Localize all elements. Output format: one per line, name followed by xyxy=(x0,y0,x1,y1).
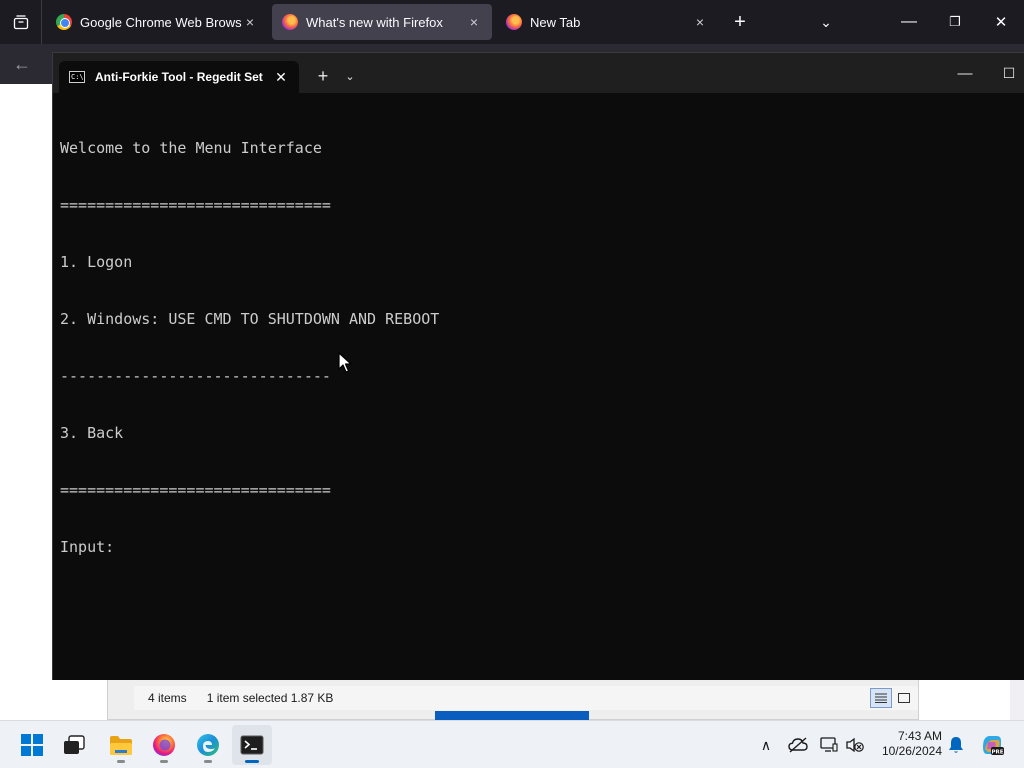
command-prompt-icon: C:\ xyxy=(69,71,85,83)
volume-muted-icon[interactable] xyxy=(843,731,867,759)
details-view-button[interactable] xyxy=(870,688,892,708)
windows-logo-icon xyxy=(21,734,43,756)
taskbar-file-explorer[interactable] xyxy=(101,725,141,765)
onedrive-icon[interactable] xyxy=(786,731,810,759)
edge-icon xyxy=(197,734,219,756)
menu-option-logon: 1. Logon xyxy=(60,253,133,271)
close-icon[interactable]: × xyxy=(466,14,482,30)
tiles-view-button[interactable] xyxy=(894,688,914,708)
terminal-minimize-button[interactable]: — xyxy=(945,61,985,85)
terminal-title-bar: C:\ Anti-Forkie Tool - Regedit Set ✕ + ⌄… xyxy=(53,53,1024,93)
taskbar: ∧ 7:43 AM 10/26/2024 PRE xyxy=(0,720,1024,768)
details-view-icon xyxy=(875,693,887,703)
menu-option-windows: 2. Windows: USE CMD TO SHUTDOWN AND REBO… xyxy=(60,310,440,328)
separator-line: ============================== xyxy=(60,196,331,214)
input-prompt[interactable]: Input: xyxy=(60,538,1000,557)
taskbar-firefox[interactable] xyxy=(144,725,184,765)
menu-option-back: 3. Back xyxy=(60,424,124,442)
terminal-window: C:\ Anti-Forkie Tool - Regedit Set ✕ + ⌄… xyxy=(52,52,1024,680)
selection-info: 1 item selected 1.87 KB xyxy=(206,691,334,705)
system-clock[interactable]: 7:43 AM 10/26/2024 xyxy=(874,729,942,761)
list-all-tabs-button[interactable]: ⌄ xyxy=(812,0,840,44)
browser-tab-chrome[interactable]: Google Chrome Web Browser × xyxy=(46,4,268,40)
terminal-maximize-button[interactable]: ☐ xyxy=(993,61,1024,85)
tab-manager-icon xyxy=(13,15,28,30)
start-button[interactable] xyxy=(12,725,52,765)
tiles-view-icon xyxy=(898,693,910,703)
terminal-profiles-dropdown[interactable]: ⌄ xyxy=(339,63,361,89)
task-view-icon xyxy=(64,735,85,754)
explorer-status-bar: 4 items 1 item selected 1.87 KB xyxy=(134,686,918,710)
menu-title: Welcome to the Menu Interface xyxy=(60,139,322,157)
clock-date: 10/26/2024 xyxy=(881,744,942,758)
new-tab-button[interactable]: + xyxy=(726,0,754,44)
file-explorer-icon xyxy=(110,736,132,755)
task-view-button[interactable] xyxy=(54,725,94,765)
firefox-icon xyxy=(506,14,522,30)
firefox-icon xyxy=(282,14,298,30)
firefox-tab-bar: Google Chrome Web Browser × What's new w… xyxy=(0,0,1024,44)
terminal-icon xyxy=(240,735,264,755)
separator-line: ============================== xyxy=(60,481,331,499)
item-count: 4 items xyxy=(148,691,187,705)
close-icon[interactable]: × xyxy=(692,14,708,30)
svg-text:PRE: PRE xyxy=(991,749,1003,755)
clock-time: 7:43 AM xyxy=(897,729,942,743)
terminal-tab[interactable]: C:\ Anti-Forkie Tool - Regedit Set ✕ xyxy=(59,61,299,93)
window-restore-button[interactable]: ❐ xyxy=(934,0,976,44)
terminal-output[interactable]: Welcome to the Menu Interface ==========… xyxy=(60,101,1000,661)
browser-tab-label: Google Chrome Web Browser xyxy=(80,14,242,30)
terminal-new-tab-button[interactable]: + xyxy=(311,63,335,89)
taskbar-terminal[interactable] xyxy=(232,725,272,765)
taskbar-edge[interactable] xyxy=(188,725,228,765)
notification-bell-icon[interactable] xyxy=(944,731,968,759)
network-icon[interactable] xyxy=(818,731,840,759)
tab-manager-button[interactable] xyxy=(0,0,42,44)
explorer-progress-bar xyxy=(435,711,589,720)
window-close-button[interactable]: ✕ xyxy=(980,0,1022,44)
window-minimize-button[interactable]: — xyxy=(888,0,930,44)
show-hidden-icons-button[interactable]: ∧ xyxy=(754,731,778,759)
browser-tab-label: What's new with Firefox xyxy=(306,14,443,30)
close-icon[interactable]: × xyxy=(242,14,258,30)
close-icon[interactable]: ✕ xyxy=(273,69,289,86)
separator-line: ------------------------------ xyxy=(60,367,331,385)
mouse-pointer-icon xyxy=(338,352,352,373)
chrome-icon xyxy=(56,14,72,30)
browser-tab-new-tab[interactable]: New Tab × xyxy=(496,4,718,40)
terminal-tab-title: Anti-Forkie Tool - Regedit Set xyxy=(95,70,263,84)
back-arrow-icon[interactable]: ← xyxy=(8,52,36,76)
browser-tab-whats-new[interactable]: What's new with Firefox × xyxy=(272,4,492,40)
copilot-icon[interactable]: PRE xyxy=(978,731,1006,759)
firefox-icon xyxy=(153,734,175,756)
browser-tab-label: New Tab xyxy=(530,14,581,30)
